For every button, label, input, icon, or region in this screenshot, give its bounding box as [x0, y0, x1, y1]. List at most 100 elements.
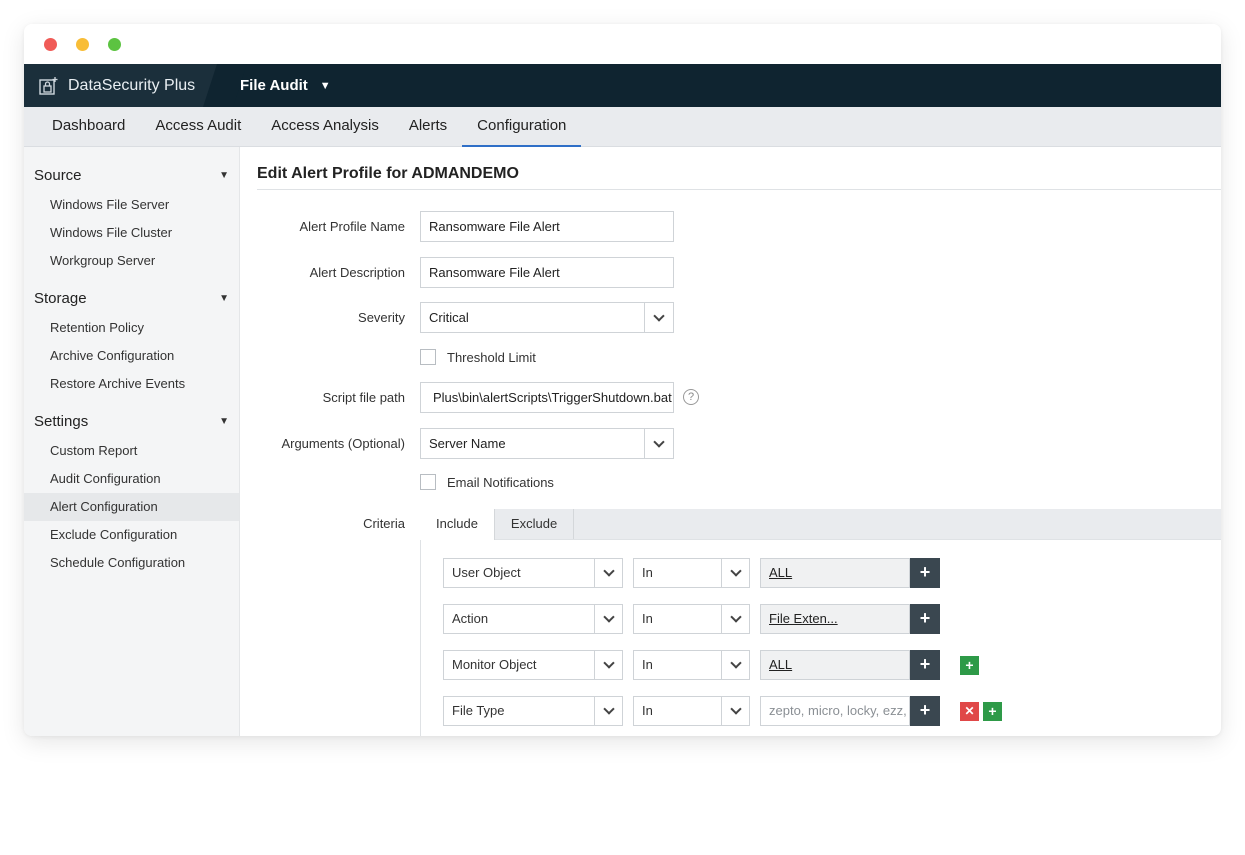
profile-name-input[interactable]: Ransomware File Alert [420, 211, 674, 242]
chevron-down-icon[interactable] [721, 697, 749, 725]
sidebar-item-exclude-configuration[interactable]: Exclude Configuration [24, 521, 239, 549]
script-label: Script file path [322, 390, 405, 405]
criteria-label: Criteria [363, 516, 405, 531]
chevron-down-icon[interactable] [594, 697, 622, 725]
email-checkbox[interactable] [420, 474, 436, 490]
sidebar-item-restore-archive-events[interactable]: Restore Archive Events [24, 370, 239, 398]
caret-down-icon: ▼ [219, 293, 229, 304]
value-link[interactable]: File Exten... [760, 604, 910, 634]
content-area: Source ▼ Windows File Server Windows Fil… [24, 147, 1221, 736]
sidebar-item-schedule-configuration[interactable]: Schedule Configuration [24, 549, 239, 577]
operator-value: In [642, 611, 653, 626]
profile-name-row: Alert Profile Name Ransomware File Alert [241, 211, 1221, 242]
criteria-row: Monitor Object In ALL + + [443, 650, 1003, 680]
chevron-down-icon[interactable] [644, 303, 673, 332]
sidebar-item-archive-configuration[interactable]: Archive Configuration [24, 342, 239, 370]
product-switcher[interactable]: File Audit ▼ [240, 64, 331, 107]
brand-name: DataSecurity Plus [68, 76, 196, 94]
email-row: Email Notifications [420, 472, 554, 492]
sidebar-item-workgroup-server[interactable]: Workgroup Server [24, 247, 239, 275]
sidebar-section-source[interactable]: Source ▼ [24, 161, 239, 191]
chevron-down-icon[interactable] [594, 651, 622, 679]
arguments-label: Arguments (Optional) [281, 436, 405, 451]
threshold-checkbox[interactable] [420, 349, 436, 365]
tab-include[interactable]: Include [420, 509, 495, 540]
chevron-down-icon[interactable] [644, 429, 673, 458]
script-path-input[interactable]: Plus\bin\alertScripts\TriggerShutdown.ba… [420, 382, 674, 413]
arguments-row: Arguments (Optional) Server Name [241, 428, 1221, 459]
field-select[interactable]: User Object [443, 558, 623, 588]
chevron-down-icon[interactable] [594, 605, 622, 633]
description-label: Alert Description [309, 265, 405, 280]
brand[interactable]: DataSecurity Plus [24, 64, 224, 107]
tab-access-audit[interactable]: Access Audit [140, 107, 256, 146]
threshold-row: Threshold Limit [420, 347, 536, 367]
field-select[interactable]: File Type [443, 696, 623, 726]
field-select[interactable]: Monitor Object [443, 650, 623, 680]
sidebar-item-windows-file-server[interactable]: Windows File Server [24, 191, 239, 219]
sidebar-item-custom-report[interactable]: Custom Report [24, 437, 239, 465]
operator-select[interactable]: In [633, 604, 750, 634]
sidebar: Source ▼ Windows File Server Windows Fil… [24, 147, 240, 736]
sidebar-item-alert-configuration[interactable]: Alert Configuration [24, 493, 239, 521]
criteria-row: User Object In ALL + [443, 558, 1003, 588]
main-nav: Dashboard Access Audit Access Analysis A… [24, 107, 1221, 147]
minimize-window-dot[interactable] [76, 38, 89, 51]
top-bar: DataSecurity Plus File Audit ▼ [24, 64, 1221, 107]
chevron-down-icon[interactable] [594, 559, 622, 587]
value-input[interactable]: zepto, micro, locky, ezz, [760, 696, 910, 726]
section-title: Storage [34, 290, 87, 307]
operator-select[interactable]: In [633, 558, 750, 588]
criteria-row: File Type In zepto, micro, locky, ezz, +… [443, 696, 1003, 726]
tab-dashboard[interactable]: Dashboard [37, 107, 140, 146]
field-value: Monitor Object [452, 657, 537, 672]
profile-name-label: Alert Profile Name [299, 219, 405, 234]
value-link[interactable]: ALL [760, 650, 910, 680]
sidebar-section-settings[interactable]: Settings ▼ [24, 407, 239, 437]
severity-value: Critical [429, 310, 469, 325]
sidebar-item-retention-policy[interactable]: Retention Policy [24, 314, 239, 342]
add-criteria-button[interactable]: + [983, 702, 1002, 721]
sidebar-item-audit-configuration[interactable]: Audit Configuration [24, 465, 239, 493]
operator-value: In [642, 657, 653, 672]
add-value-button[interactable]: + [910, 558, 940, 588]
tab-configuration[interactable]: Configuration [462, 107, 582, 147]
tab-alerts[interactable]: Alerts [394, 107, 462, 146]
add-criteria-button[interactable]: + [960, 656, 979, 675]
remove-criteria-button[interactable]: ✕ [960, 702, 979, 721]
tab-exclude[interactable]: Exclude [495, 509, 575, 539]
arguments-select[interactable]: Server Name [420, 428, 674, 459]
chevron-down-icon[interactable] [721, 651, 749, 679]
maximize-window-dot[interactable] [108, 38, 121, 51]
severity-label: Severity [358, 310, 405, 325]
severity-select[interactable]: Critical [420, 302, 674, 333]
sidebar-section-storage[interactable]: Storage ▼ [24, 284, 239, 314]
value-link[interactable]: ALL [760, 558, 910, 588]
threshold-label: Threshold Limit [447, 349, 536, 365]
field-value: File Type [452, 703, 505, 718]
help-icon[interactable]: ? [683, 389, 699, 405]
caret-down-icon: ▼ [219, 170, 229, 181]
operator-select[interactable]: In [633, 650, 750, 680]
description-input[interactable]: Ransomware File Alert [420, 257, 674, 288]
add-value-button[interactable]: + [910, 604, 940, 634]
add-value-button[interactable]: + [910, 696, 940, 726]
add-value-button[interactable]: + [910, 650, 940, 680]
operator-value: In [642, 565, 653, 580]
page-title: Edit Alert Profile for ADMANDEMO [257, 165, 519, 182]
chevron-down-icon[interactable] [721, 605, 749, 633]
chevron-down-icon[interactable] [721, 559, 749, 587]
divider [257, 189, 1221, 190]
field-select[interactable]: Action [443, 604, 623, 634]
criteria-tabs: Include Exclude [420, 509, 1221, 540]
severity-row: Severity Critical [241, 302, 1221, 333]
criteria-row: Action In File Exten... + [443, 604, 1003, 634]
operator-select[interactable]: In [633, 696, 750, 726]
close-window-dot[interactable] [44, 38, 57, 51]
tab-access-analysis[interactable]: Access Analysis [256, 107, 394, 146]
criteria-panel: User Object In ALL + Action In File Exte… [420, 540, 1221, 736]
arguments-value: Server Name [429, 436, 506, 451]
description-row: Alert Description Ransomware File Alert [241, 257, 1221, 288]
product-name: File Audit [240, 77, 308, 94]
sidebar-item-windows-file-cluster[interactable]: Windows File Cluster [24, 219, 239, 247]
